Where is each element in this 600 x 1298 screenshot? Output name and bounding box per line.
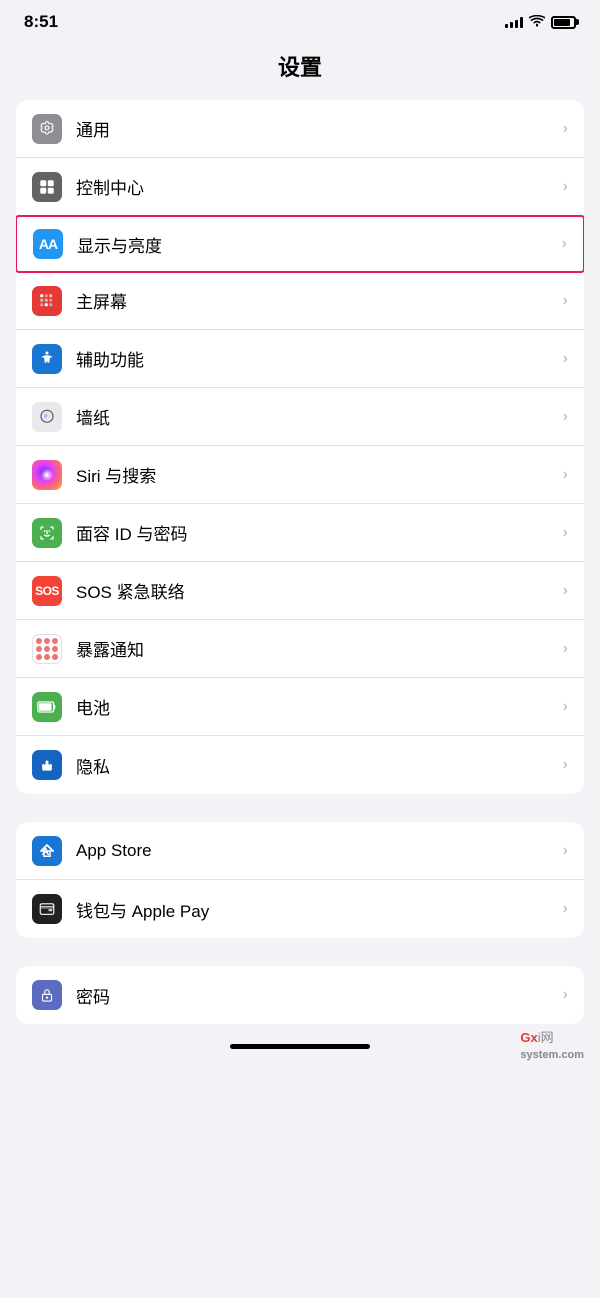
status-icons [505, 14, 576, 30]
battery-chevron: › [563, 698, 568, 716]
settings-item-accessibility[interactable]: 辅助功能 › [16, 330, 584, 388]
appstore-icon: A [32, 836, 62, 866]
password-label: 密码 [76, 983, 555, 1008]
wallet-chevron: › [563, 900, 568, 918]
general-icon [32, 114, 62, 144]
settings-item-password[interactable]: 密码 › [16, 966, 584, 1024]
faceid-chevron: › [563, 524, 568, 542]
watermark: Gxi网system.com [520, 1027, 584, 1061]
display-label: 显示与亮度 [77, 232, 554, 257]
settings-item-exposure[interactable]: 暴露通知 › [16, 620, 584, 678]
display-chevron: › [562, 235, 567, 253]
battery-icon [32, 692, 62, 722]
wallet-icon [32, 894, 62, 924]
privacy-icon [32, 750, 62, 780]
display-icon: AA [33, 229, 63, 259]
sos-chevron: › [563, 582, 568, 600]
settings-item-wallet[interactable]: 钱包与 Apple Pay › [16, 880, 584, 938]
privacy-label: 隐私 [76, 753, 555, 778]
settings-item-control-center[interactable]: 控制中心 › [16, 158, 584, 216]
settings-item-appstore[interactable]: A App Store › [16, 822, 584, 880]
signal-icon [505, 16, 523, 28]
wallpaper-label: 墙纸 [76, 404, 555, 429]
siri-chevron: › [563, 466, 568, 484]
settings-item-siri[interactable]: Siri 与搜索 › [16, 446, 584, 504]
settings-group-3: 密码 › [16, 966, 584, 1024]
control-center-icon [32, 172, 62, 202]
control-center-chevron: › [563, 178, 568, 196]
status-bar: 8:51 [0, 0, 600, 40]
faceid-label: 面容 ID 与密码 [76, 520, 555, 545]
settings-item-display[interactable]: AA 显示与亮度 › [16, 215, 584, 273]
accessibility-chevron: › [563, 350, 568, 368]
control-center-label: 控制中心 [76, 174, 555, 199]
wallet-label: 钱包与 Apple Pay [76, 897, 555, 922]
battery-status-icon [551, 16, 576, 29]
settings-group-1: 通用 › 控制中心 › AA 显示与亮度 › [16, 100, 584, 794]
wifi-icon [529, 14, 545, 30]
appstore-chevron: › [563, 842, 568, 860]
exposure-icon [32, 634, 62, 664]
settings-group-2: A App Store › 钱包与 Apple Pay › [16, 822, 584, 938]
accessibility-label: 辅助功能 [76, 346, 555, 371]
settings-item-home-screen[interactable]: 主屏幕 › [16, 272, 584, 330]
faceid-icon [32, 518, 62, 548]
settings-item-battery[interactable]: 电池 › [16, 678, 584, 736]
general-chevron: › [563, 120, 568, 138]
settings-item-sos[interactable]: SOS SOS 紧急联络 › [16, 562, 584, 620]
home-screen-icon [32, 286, 62, 316]
home-screen-chevron: › [563, 292, 568, 310]
status-time: 8:51 [24, 12, 58, 32]
privacy-chevron: › [563, 756, 568, 774]
password-chevron: › [563, 986, 568, 1004]
wallpaper-chevron: › [563, 408, 568, 426]
sos-icon: SOS [32, 576, 62, 606]
appstore-label: App Store [76, 841, 555, 861]
home-indicator [230, 1044, 370, 1049]
settings-item-privacy[interactable]: 隐私 › [16, 736, 584, 794]
exposure-label: 暴露通知 [76, 636, 555, 661]
general-label: 通用 [76, 116, 555, 141]
home-screen-label: 主屏幕 [76, 288, 555, 313]
page-title: 设置 [0, 40, 600, 100]
siri-icon [32, 460, 62, 490]
sos-label: SOS 紧急联络 [76, 578, 555, 603]
settings-item-faceid[interactable]: 面容 ID 与密码 › [16, 504, 584, 562]
exposure-chevron: › [563, 640, 568, 658]
accessibility-icon [32, 344, 62, 374]
wallpaper-icon [32, 402, 62, 432]
battery-label: 电池 [76, 694, 555, 719]
siri-label: Siri 与搜索 [76, 462, 555, 487]
settings-item-wallpaper[interactable]: 墙纸 › [16, 388, 584, 446]
settings-item-general[interactable]: 通用 › [16, 100, 584, 158]
password-icon [32, 980, 62, 1010]
